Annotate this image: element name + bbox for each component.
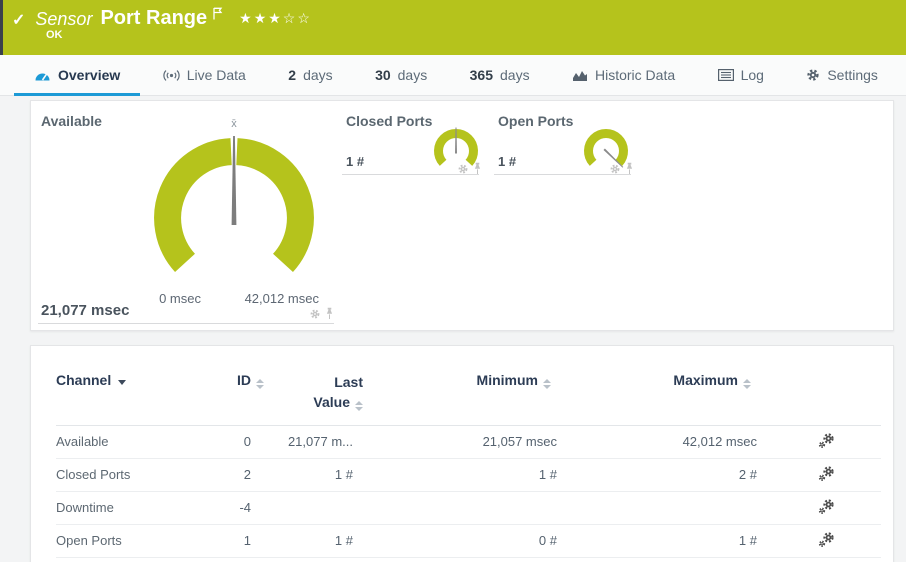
window-edge [0,0,3,55]
available-gauge[interactable] [149,133,319,303]
gauge-title-open-ports: Open Ports [498,113,574,129]
tab-log[interactable]: Log [698,55,784,95]
sensor-header: ✓ Sensor Port Range ★★★☆☆ OK [0,0,906,55]
tab-365-days[interactable]: 365 days [450,55,550,95]
table-row: Open Ports 1 1 # 0 # 1 # [56,524,881,558]
gauge-title-available: Available [41,113,102,129]
page-title: Port Range [100,7,208,29]
status-check-icon: ✓ [12,12,26,29]
channel-id: 1 [226,524,266,558]
area-chart-icon [573,70,587,81]
pin-icon[interactable] [325,307,334,320]
channel-settings-gear-icon[interactable] [309,308,321,320]
sort-arrows-icon [256,379,264,389]
gauges-panel: Available x̄ 0 msec 42,012 msec 21,077 m… [30,100,894,331]
sensor-kind-label: Sensor [35,9,93,29]
log-icon [717,69,734,81]
flag-icon[interactable] [212,7,223,25]
channel-id: -4 [226,491,266,525]
live-data-icon [163,69,180,81]
tab-overview[interactable]: Overview [14,55,141,96]
gauge-max-label: 42,012 msec [244,291,319,306]
channel-settings-gears-icon[interactable] [818,531,835,548]
channel-name: Downtime [56,491,226,525]
table-header-row: Channel ID Last Value Minimum Maximum [56,346,881,426]
sort-arrows-icon [743,379,751,389]
table-row: Closed Ports 2 1 # 1 # 2 # [56,458,881,492]
channel-settings-gears-icon[interactable] [818,498,835,515]
tab-historic-data[interactable]: Historic Data [552,55,695,95]
gauge-icon [35,72,50,81]
sort-arrows-icon [355,401,363,412]
channel-maximum: 42,012 msec [571,425,771,459]
column-header-channel[interactable]: Channel [56,346,226,426]
gauge-min-label: 0 msec [159,291,201,306]
panel-divider [38,323,334,324]
channel-id: 0 [226,425,266,459]
column-header-id[interactable]: ID [226,346,266,426]
status-badge: OK [46,29,63,41]
gear-icon [807,69,819,81]
channel-maximum: 1 # [571,524,771,558]
sort-desc-icon [118,380,127,385]
available-last-value: 21,077 msec [41,302,130,319]
column-header-last-value[interactable]: Last Value [266,346,371,426]
table-row: Available 0 21,077 m... 21,057 msec 42,0… [56,425,881,459]
tab-live-data[interactable]: Live Data [143,55,266,95]
column-header-maximum[interactable]: Maximum [571,346,771,426]
table-row: Downtime -4 [56,491,881,525]
channel-settings-gear-icon[interactable] [457,163,469,175]
panel-divider [494,174,631,175]
channel-maximum [571,491,771,525]
tab-2-days[interactable]: 2 days [268,55,352,95]
channel-name: Open Ports [56,524,226,558]
column-header-minimum[interactable]: Minimum [371,346,571,426]
channel-id: 2 [226,458,266,492]
priority-stars[interactable]: ★★★☆☆ [239,10,312,27]
channels-table-panel: Channel ID Last Value Minimum Maximum Av… [30,345,894,562]
channel-name: Closed Ports [56,458,226,492]
channel-name: Available [56,425,226,459]
average-marker: x̄ [231,118,237,130]
tab-settings[interactable]: Settings [786,55,898,95]
channel-minimum: 1 # [371,458,571,492]
panel-divider [342,174,479,175]
channel-settings-gears-icon[interactable] [818,432,835,449]
channel-last-value: 21,077 m... [266,425,371,459]
closed-ports-last-value: 1 # [346,154,365,169]
channel-minimum: 0 # [371,524,571,558]
sort-arrows-icon [543,379,551,389]
gauge-title-closed-ports: Closed Ports [346,113,433,129]
open-ports-last-value: 1 # [498,154,517,169]
channel-maximum: 2 # [571,458,771,492]
channel-last-value [266,491,371,525]
channel-settings-gear-icon[interactable] [609,163,621,175]
channels-table: Channel ID Last Value Minimum Maximum Av… [56,346,881,558]
gauge-needle [231,136,237,225]
channel-minimum: 21,057 msec [371,425,571,459]
tab-bar: Overview Live Data 2 days 30 days 365 da… [0,55,906,96]
channel-settings-gears-icon[interactable] [818,465,835,482]
channel-last-value: 1 # [266,524,371,558]
channel-minimum [371,491,571,525]
channel-last-value: 1 # [266,458,371,492]
tab-30-days[interactable]: 30 days [355,55,447,95]
